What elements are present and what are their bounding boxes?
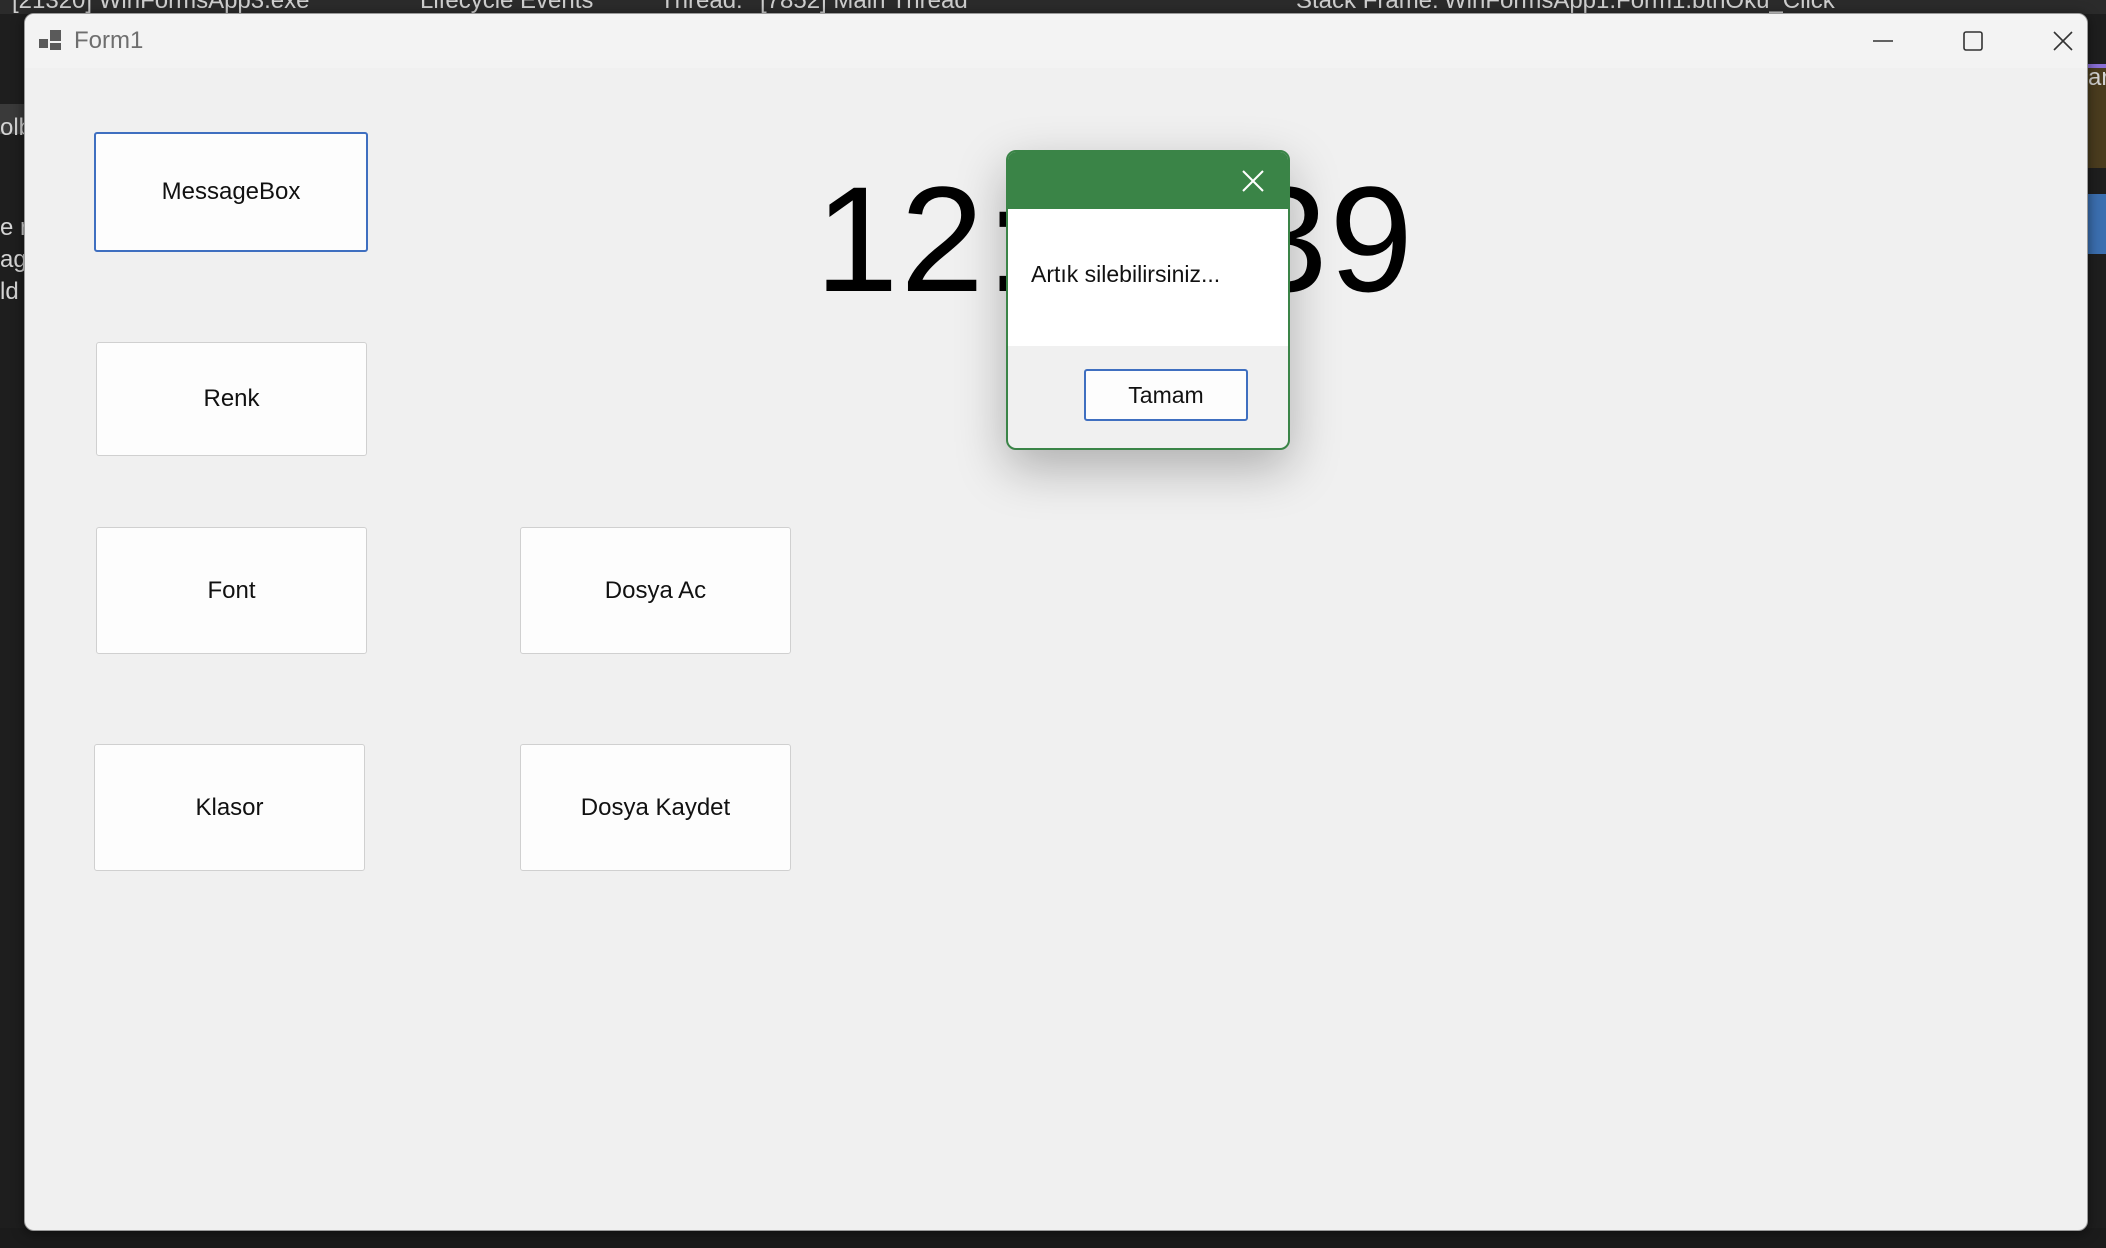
thread-label: Thread: [660,0,743,14]
dialog-message: Artık silebilirsiniz... [1031,261,1221,287]
ide-toolbar: [21320] WinFormsApp3.exe Lifecycle Event… [0,0,2106,14]
renk-button[interactable]: Renk [96,342,367,456]
ok-button[interactable]: Tamam [1084,369,1248,421]
ide-text-fragment: olb [0,114,24,141]
title-bar[interactable]: Form1 [25,14,2087,68]
dosya-kaydet-button[interactable]: Dosya Kaydet [520,744,791,871]
form-window: Form1 MessageBox Renk Font Dosya Ac Klas… [24,13,2088,1231]
dosya-ac-button[interactable]: Dosya Ac [520,527,791,654]
close-icon [2053,31,2073,51]
font-button[interactable]: Font [96,527,367,654]
process-selector[interactable]: [21320] WinFormsApp3.exe [12,0,309,13]
ide-statusbar [0,1228,2106,1248]
dialog-body: Artık silebilirsiniz... [1008,209,1288,346]
ide-text-fragment: ld [0,278,19,305]
stack-frame-selector[interactable]: WinFormsApp1.Form1.btnOku_Click [1444,0,1835,13]
minimize-icon [1873,40,1893,42]
ide-right-panel: ar [2086,14,2106,1248]
klasor-button[interactable]: Klasor [94,744,365,871]
maximize-icon [1963,31,1983,51]
dialog-header[interactable] [1008,152,1288,209]
ide-text-fragment: e n [0,214,24,241]
minimize-button[interactable] [1837,14,1929,68]
window-title: Form1 [74,27,144,54]
maximize-button[interactable] [1927,14,2019,68]
dialog-close-button[interactable] [1236,164,1270,198]
thread-selector[interactable]: [7852] Main Thread [760,0,968,13]
message-dialog: Artık silebilirsiniz... Tamam [1006,150,1290,450]
ide-text-fragment: ar [2088,64,2106,91]
close-icon [1242,170,1264,192]
lifecycle-events[interactable]: Lifecycle Events [420,0,593,13]
ide-scrollbar[interactable] [2086,194,2106,254]
stack-frame-label: Stack Frame: [1296,0,1439,14]
messagebox-button[interactable]: MessageBox [94,132,368,252]
ide-text-fragment: ag [0,246,24,273]
close-button[interactable] [2017,14,2087,68]
ide-left-panel: olb e n ag ld [0,14,24,1248]
app-icon [39,30,61,50]
